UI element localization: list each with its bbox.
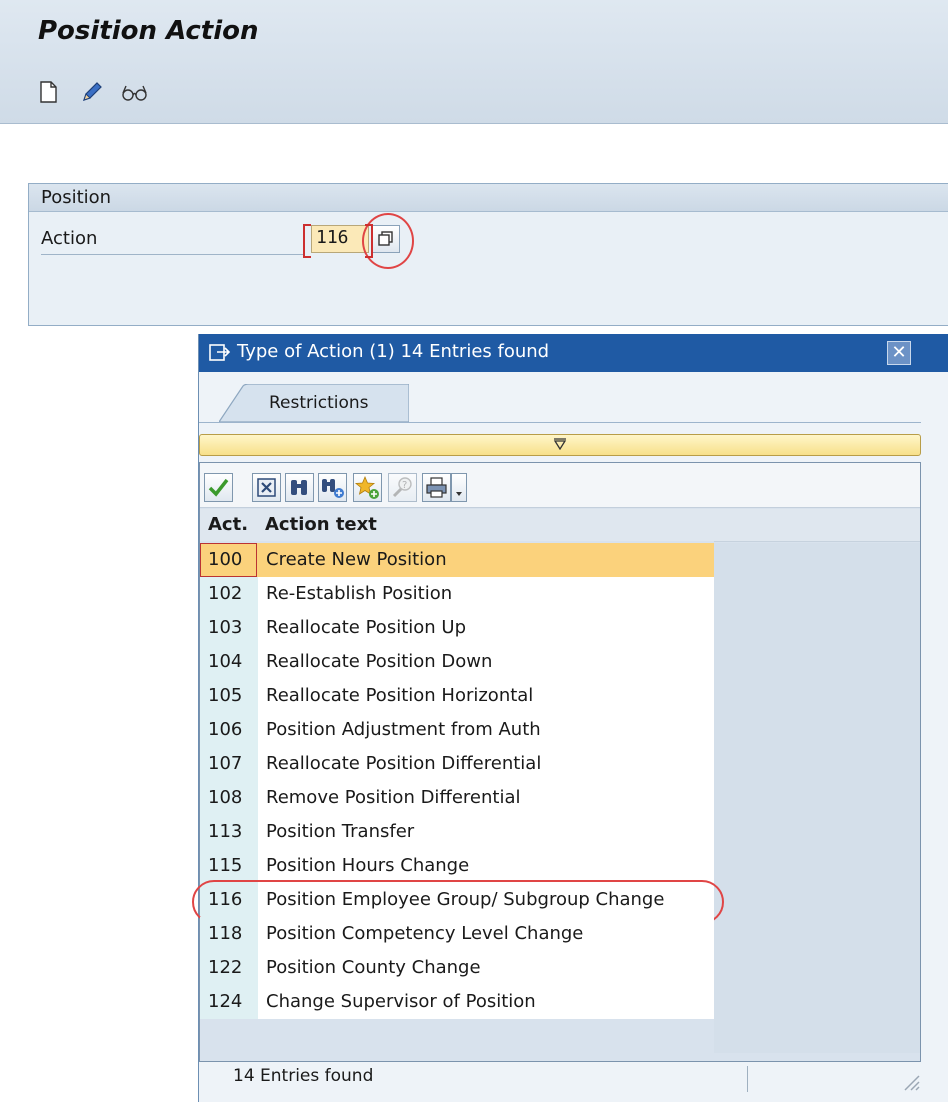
row-code: 118 — [208, 923, 243, 944]
list-toolbar: ? — [200, 463, 920, 508]
action-label: Action — [41, 228, 98, 249]
row-code-cell[interactable]: 124 — [200, 985, 258, 1019]
list-empty-area — [714, 543, 920, 1053]
table-row[interactable]: 122 Position County Change — [200, 951, 714, 985]
close-icon[interactable]: ✕ — [887, 341, 911, 365]
dropdown-arrow-icon — [456, 492, 462, 496]
row-code-cell[interactable]: 103 — [200, 611, 258, 645]
checkmark-icon — [208, 478, 229, 497]
table-row[interactable]: 104 Reallocate Position Down — [200, 645, 714, 679]
print-icon — [426, 477, 447, 498]
row-code: 113 — [208, 821, 243, 842]
popup-title: Type of Action (1) 14 Entries found — [237, 341, 550, 362]
glasses-display-icon[interactable] — [120, 80, 150, 104]
column-header-act[interactable]: Act. — [208, 514, 248, 535]
row-text: Reallocate Position Up — [266, 617, 467, 638]
row-text: Reallocate Position Down — [266, 651, 493, 672]
table-row[interactable]: 103 Reallocate Position Up — [200, 611, 714, 645]
tab-restrictions-label: Restrictions — [269, 393, 369, 413]
help-button[interactable]: ? — [388, 473, 417, 502]
expand-arrow-icon[interactable] — [553, 438, 567, 450]
row-code-cell[interactable]: 115 — [200, 849, 258, 883]
popup-title-bar: Type of Action (1) 14 Entries found ✕ — [199, 334, 948, 372]
row-text: Reallocate Position Differential — [266, 753, 542, 774]
row-code: 122 — [208, 957, 243, 978]
label-underline — [41, 254, 303, 255]
status-separator — [747, 1066, 748, 1092]
tab-divider — [199, 422, 921, 423]
required-bracket-right — [365, 224, 373, 258]
position-group: Position Action 116 — [28, 183, 948, 326]
row-code-cell[interactable]: 113 — [200, 815, 258, 849]
row-code-cell[interactable]: 104 — [200, 645, 258, 679]
binoculars-icon — [291, 480, 307, 495]
row-text: Create New Position — [266, 549, 447, 570]
column-header-action-text[interactable]: Action text — [265, 514, 377, 535]
help-icon: ? — [392, 477, 412, 498]
row-code: 115 — [208, 855, 243, 876]
row-code: 105 — [208, 685, 243, 706]
table-row[interactable]: 115 Position Hours Change — [200, 849, 714, 883]
find-next-button[interactable] — [318, 473, 347, 502]
table-row[interactable]: 102 Re-Establish Position — [200, 577, 714, 611]
row-text: Position County Change — [266, 957, 481, 978]
row-text: Remove Position Differential — [266, 787, 521, 808]
find-button[interactable] — [285, 473, 314, 502]
binoculars-plus-icon — [322, 479, 344, 498]
required-bracket-left — [303, 224, 311, 258]
popup-window-icon — [209, 344, 231, 361]
print-button[interactable] — [422, 473, 451, 502]
table-row[interactable]: 124 Change Supervisor of Position — [200, 985, 714, 1019]
personal-list-button[interactable] — [353, 473, 382, 502]
row-text: Position Hours Change — [266, 855, 470, 876]
row-text: Change Supervisor of Position — [266, 991, 536, 1012]
status-text: 14 Entries found — [233, 1066, 374, 1086]
result-list: ? Act. Action text 100 Create New Positio… — [192, 462, 921, 1062]
header-rule — [714, 541, 920, 542]
print-menu-button[interactable] — [451, 473, 467, 502]
table-row[interactable]: 107 Reallocate Position Differential — [200, 747, 714, 781]
cancel-button[interactable] — [252, 473, 281, 502]
row-code: 104 — [208, 651, 243, 672]
svg-text:?: ? — [402, 480, 407, 491]
row-code: 106 — [208, 719, 243, 740]
row-code: 102 — [208, 583, 243, 604]
page-title: Position Action — [38, 16, 259, 46]
group-title: Position — [41, 187, 112, 208]
row-code-cell[interactable]: 106 — [200, 713, 258, 747]
focused-cell — [200, 543, 257, 577]
row-code-cell[interactable]: 108 — [200, 781, 258, 815]
row-text: Position Competency Level Change — [266, 923, 584, 944]
pencil-edit-icon[interactable] — [80, 80, 104, 104]
row-code-cell[interactable]: 107 — [200, 747, 258, 781]
row-code: 124 — [208, 991, 243, 1012]
row-code: 108 — [208, 787, 243, 808]
cancel-icon — [257, 478, 276, 497]
row-text: Position Transfer — [266, 821, 415, 842]
row-code-cell[interactable]: 118 — [200, 917, 258, 951]
table-row[interactable]: 113 Position Transfer — [200, 815, 714, 849]
action-input[interactable]: 116 — [311, 225, 369, 253]
personal-list-icon — [354, 475, 379, 499]
new-document-icon[interactable] — [38, 80, 60, 104]
value-help-popup: Type of Action (1) 14 Entries found ✕ Re… — [192, 334, 948, 1102]
row-code-cell[interactable]: 122 — [200, 951, 258, 985]
table-row[interactable]: 108 Remove Position Differential — [200, 781, 714, 815]
group-header: Position — [29, 184, 948, 212]
row-text: Re-Establish Position — [266, 583, 453, 604]
table-row[interactable]: 100 Create New Position — [200, 543, 714, 577]
row-text: Position Adjustment from Auth — [266, 719, 541, 740]
resize-grip-icon[interactable] — [899, 1070, 921, 1092]
row-code: 107 — [208, 753, 243, 774]
row-text: Reallocate Position Horizontal — [266, 685, 534, 706]
row-code-cell[interactable]: 105 — [200, 679, 258, 713]
row-code: 103 — [208, 617, 243, 638]
table-row[interactable]: 105 Reallocate Position Horizontal — [200, 679, 714, 713]
table-row[interactable]: 106 Position Adjustment from Auth — [200, 713, 714, 747]
row-code-cell[interactable]: 102 — [200, 577, 258, 611]
column-header: Act. Action text — [200, 509, 920, 541]
table-row[interactable]: 118 Position Competency Level Change — [200, 917, 714, 951]
table-row[interactable]: 116 Position Employee Group/ Subgroup Cha… — [192, 880, 724, 924]
confirm-button[interactable] — [204, 473, 233, 502]
